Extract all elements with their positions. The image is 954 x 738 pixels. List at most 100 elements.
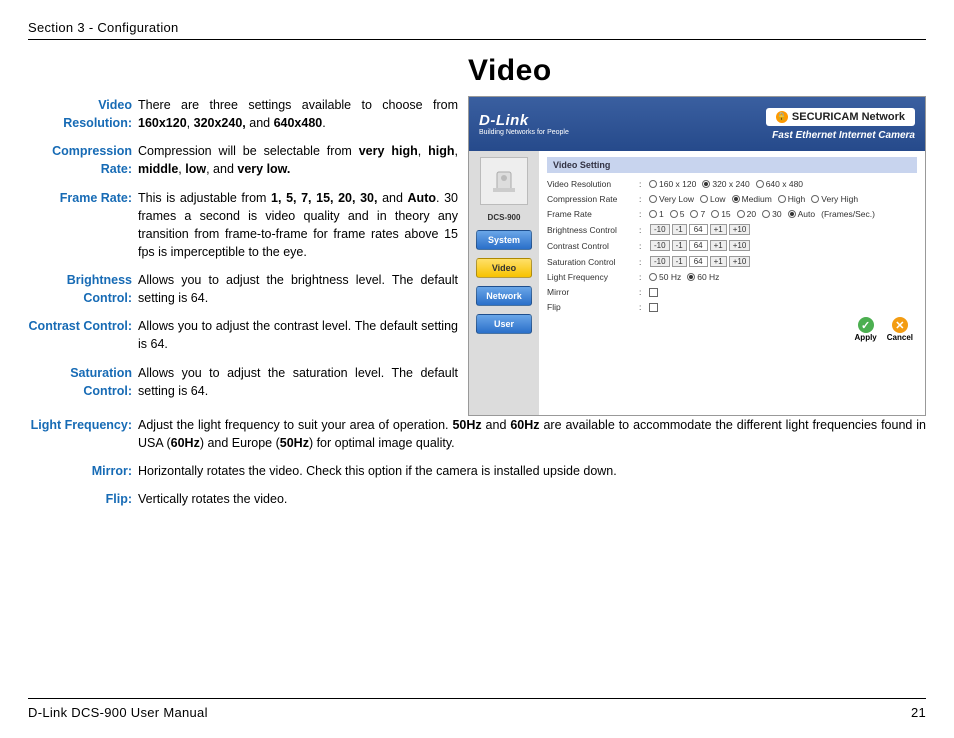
definition-label: Light Frequency:: [28, 416, 138, 452]
stepper-value: 64: [689, 224, 708, 235]
radio-option[interactable]: [732, 195, 740, 203]
stepper-button[interactable]: +1: [710, 256, 727, 267]
panel-title: Video Setting: [547, 157, 917, 173]
definition-text: Allows you to adjust the saturation leve…: [138, 364, 458, 400]
definition-text: Adjust the light frequency to suit your …: [138, 416, 926, 452]
model-label: DCS-900: [488, 213, 521, 222]
radio-option[interactable]: [737, 210, 745, 218]
lock-icon: 🔒: [776, 111, 788, 123]
form-row: Contrast Control:-10-164+1+10: [547, 240, 917, 251]
form-row: Light Frequency:50 Hz60 Hz: [547, 272, 917, 282]
apply-button[interactable]: ✓Apply: [855, 317, 877, 342]
definition-row: Contrast Control:Allows you to adjust th…: [28, 317, 458, 353]
definition-row: Mirror:Horizontally rotates the video. C…: [28, 462, 926, 480]
definition-row: Video Resolution:There are three setting…: [28, 96, 458, 132]
definition-label: Frame Rate:: [28, 189, 138, 262]
radio-option[interactable]: [711, 210, 719, 218]
radio-option[interactable]: [649, 273, 657, 281]
definition-label: Compression Rate:: [28, 142, 138, 178]
radio-option[interactable]: [702, 180, 710, 188]
radio-label: 60 Hz: [697, 272, 719, 282]
form-row: Brightness Control:-10-164+1+10: [547, 224, 917, 235]
radio-option[interactable]: [687, 273, 695, 281]
checkbox[interactable]: [649, 303, 658, 312]
page-footer: D-Link DCS-900 User Manual 21: [28, 698, 926, 720]
definition-label: Video Resolution:: [28, 96, 138, 132]
field-label: Frame Rate: [547, 209, 639, 219]
radio-label: 50 Hz: [659, 272, 681, 282]
definition-label: Mirror:: [28, 462, 138, 480]
radio-option[interactable]: [649, 210, 657, 218]
product-subtitle: Fast Ethernet Internet Camera: [766, 130, 915, 141]
nav-system[interactable]: System: [476, 230, 532, 250]
field-label: Brightness Control: [547, 225, 639, 235]
stepper-button[interactable]: -1: [672, 240, 687, 251]
stepper-button[interactable]: -10: [650, 224, 670, 235]
radio-label: Low: [710, 194, 726, 204]
stepper-button[interactable]: +10: [729, 224, 751, 235]
field-label: Saturation Control: [547, 257, 639, 267]
radio-option[interactable]: [670, 210, 678, 218]
stepper-button[interactable]: -1: [672, 224, 687, 235]
radio-label: 160 x 120: [659, 179, 696, 189]
definition-text: Allows you to adjust the brightness leve…: [138, 271, 458, 307]
stepper-button[interactable]: -10: [650, 240, 670, 251]
definition-label: Flip:: [28, 490, 138, 508]
definition-row: Brightness Control:Allows you to adjust …: [28, 271, 458, 307]
form-row: Video Resolution:160 x 120320 x 240640 x…: [547, 179, 917, 189]
definition-text: There are three settings available to ch…: [138, 96, 458, 132]
nav-user[interactable]: User: [476, 314, 532, 334]
brand-tagline: Building Networks for People: [479, 129, 569, 136]
radio-label: 5: [680, 209, 685, 219]
nav-network[interactable]: Network: [476, 286, 532, 306]
form-row: Mirror:: [547, 287, 917, 297]
field-label: Compression Rate: [547, 194, 639, 204]
radio-label: 30: [772, 209, 781, 219]
radio-label: 7: [700, 209, 705, 219]
embedded-screenshot: D-Link Building Networks for People 🔒 SE…: [468, 96, 926, 416]
settings-panel: Video Setting Video Resolution:160 x 120…: [539, 151, 925, 415]
stepper-button[interactable]: -10: [650, 256, 670, 267]
definitions-column: Video Resolution:There are three setting…: [28, 96, 458, 416]
definition-text: This is adjustable from 1, 5, 7, 15, 20,…: [138, 189, 458, 262]
definition-label: Contrast Control:: [28, 317, 138, 353]
radio-option[interactable]: [788, 210, 796, 218]
nav-video[interactable]: Video: [476, 258, 532, 278]
stepper-button[interactable]: +1: [710, 224, 727, 235]
stepper-value: 64: [689, 240, 708, 251]
form-row: Flip:: [547, 302, 917, 312]
radio-option[interactable]: [690, 210, 698, 218]
radio-option[interactable]: [700, 195, 708, 203]
stepper-button[interactable]: +10: [729, 256, 751, 267]
field-label: Light Frequency: [547, 272, 639, 282]
footer-manual-title: D-Link DCS-900 User Manual: [28, 705, 208, 720]
definition-row: Compression Rate:Compression will be sel…: [28, 142, 458, 178]
radio-option[interactable]: [811, 195, 819, 203]
definition-label: Saturation Control:: [28, 364, 138, 400]
radio-label: 320 x 240: [712, 179, 749, 189]
definition-label: Brightness Control:: [28, 271, 138, 307]
checkbox[interactable]: [649, 288, 658, 297]
definitions-wide: Light Frequency:Adjust the light frequen…: [28, 416, 926, 509]
form-row: Compression Rate:Very LowLowMediumHighVe…: [547, 194, 917, 204]
field-label: Contrast Control: [547, 241, 639, 251]
stepper-button[interactable]: +1: [710, 240, 727, 251]
securicam-logo: 🔒 SECURICAM Network: [766, 108, 915, 126]
radio-option[interactable]: [756, 180, 764, 188]
radio-label: High: [788, 194, 805, 204]
definition-row: Flip:Vertically rotates the video.: [28, 490, 926, 508]
radio-option[interactable]: [778, 195, 786, 203]
footer-page-number: 21: [911, 705, 926, 720]
stepper-button[interactable]: +10: [729, 240, 751, 251]
radio-label: 1: [659, 209, 664, 219]
field-label: Mirror: [547, 287, 639, 297]
radio-option[interactable]: [649, 195, 657, 203]
form-row: Saturation Control:-10-164+1+10: [547, 256, 917, 267]
field-label: Flip: [547, 302, 639, 312]
radio-option[interactable]: [762, 210, 770, 218]
cancel-button[interactable]: ✕Cancel: [887, 317, 913, 342]
radio-label: Very Low: [659, 194, 694, 204]
stepper-button[interactable]: -1: [672, 256, 687, 267]
field-label: Video Resolution: [547, 179, 639, 189]
radio-option[interactable]: [649, 180, 657, 188]
